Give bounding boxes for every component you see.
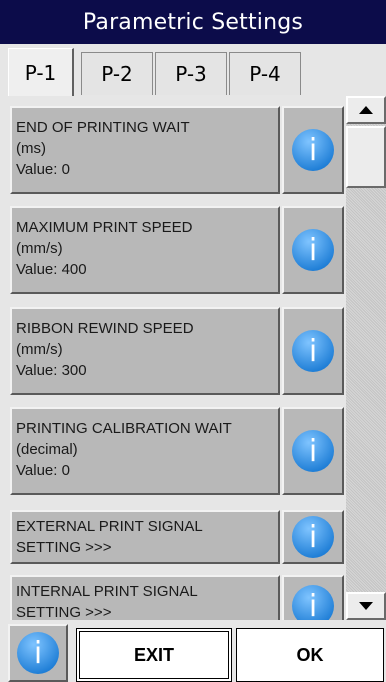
tab-p1[interactable]: P-1: [8, 48, 74, 96]
param-unit: SETTING >>>: [16, 539, 112, 556]
scroll-down-button[interactable]: [346, 592, 386, 620]
tab-p2[interactable]: P-2: [81, 52, 153, 95]
info-icon: i: [292, 229, 334, 271]
title-bar: Parametric Settings: [0, 0, 386, 44]
info-button[interactable]: i: [282, 206, 344, 294]
param-unit: (mm/s): [16, 240, 63, 257]
param-name: MAXIMUM PRINT SPEED: [16, 219, 193, 236]
exit-label: EXIT: [133, 644, 174, 665]
list-item: EXTERNAL PRINT SIGNAL SETTING >>> i: [10, 510, 344, 564]
info-icon: i: [292, 516, 334, 558]
param-button-printing-calibration-wait[interactable]: PRINTING CALIBRATION WAIT (decimal) Valu…: [10, 407, 280, 495]
param-name: END OF PRINTING WAIT: [16, 119, 190, 136]
tab-p4[interactable]: P-4: [229, 52, 301, 95]
list-item: END OF PRINTING WAIT (ms) Value: 0 i: [10, 106, 344, 194]
param-name: EXTERNAL PRINT SIGNAL: [16, 518, 203, 535]
param-value: Value: 400: [16, 261, 87, 278]
param-value: Value: 300: [16, 362, 87, 379]
param-button-internal-print-signal[interactable]: INTERNAL PRINT SIGNAL SETTING >>>: [10, 575, 280, 620]
svg-text:i: i: [309, 434, 317, 469]
help-info-button[interactable]: i: [8, 624, 68, 682]
param-button-maximum-print-speed[interactable]: MAXIMUM PRINT SPEED (mm/s) Value: 400: [10, 206, 280, 294]
scroll-up-button[interactable]: [346, 96, 386, 124]
bottom-bar: i EXIT OK: [0, 620, 386, 682]
parameter-list: END OF PRINTING WAIT (ms) Value: 0 i MAX…: [0, 96, 346, 620]
list-item: PRINTING CALIBRATION WAIT (decimal) Valu…: [10, 407, 344, 495]
exit-button[interactable]: EXIT: [76, 628, 232, 682]
param-name: PRINTING CALIBRATION WAIT: [16, 420, 232, 437]
list-item: INTERNAL PRINT SIGNAL SETTING >>> i: [10, 575, 344, 620]
svg-text:i: i: [309, 589, 317, 620]
param-button-end-of-printing-wait[interactable]: END OF PRINTING WAIT (ms) Value: 0: [10, 106, 280, 194]
svg-text:i: i: [309, 334, 317, 369]
param-value: Value: 0: [16, 462, 70, 479]
info-icon: i: [292, 430, 334, 472]
info-icon: i: [17, 632, 59, 674]
info-icon: i: [292, 330, 334, 372]
param-unit: SETTING >>>: [16, 604, 112, 620]
info-button[interactable]: i: [282, 407, 344, 495]
info-icon: i: [292, 585, 334, 620]
info-button[interactable]: i: [282, 307, 344, 395]
page-title: Parametric Settings: [82, 9, 304, 35]
svg-text:i: i: [309, 233, 317, 268]
param-unit: (ms): [16, 140, 46, 157]
info-button[interactable]: i: [282, 575, 344, 620]
svg-text:i: i: [309, 133, 317, 168]
info-icon: i: [292, 129, 334, 171]
param-name: INTERNAL PRINT SIGNAL: [16, 583, 198, 600]
ok-button[interactable]: OK: [236, 628, 384, 682]
ok-label: OK: [296, 644, 324, 665]
info-button[interactable]: i: [282, 510, 344, 564]
param-unit: (mm/s): [16, 341, 63, 358]
param-name: RIBBON REWIND SPEED: [16, 320, 194, 337]
param-button-external-print-signal[interactable]: EXTERNAL PRINT SIGNAL SETTING >>>: [10, 510, 280, 564]
tab-p3[interactable]: P-3: [155, 52, 227, 95]
arrow-up-icon: [359, 106, 373, 114]
svg-text:i: i: [34, 636, 42, 671]
tab-strip: P-1 P-2 P-3 P-4: [0, 44, 386, 98]
info-button[interactable]: i: [282, 106, 344, 194]
vertical-scrollbar[interactable]: [346, 96, 386, 620]
param-unit: (decimal): [16, 441, 78, 458]
arrow-down-icon: [359, 602, 373, 610]
scrollbar-thumb[interactable]: [346, 126, 386, 188]
svg-text:i: i: [309, 520, 317, 555]
param-button-ribbon-rewind-speed[interactable]: RIBBON REWIND SPEED (mm/s) Value: 300: [10, 307, 280, 395]
list-item: MAXIMUM PRINT SPEED (mm/s) Value: 400 i: [10, 206, 344, 294]
list-item: RIBBON REWIND SPEED (mm/s) Value: 300 i: [10, 307, 344, 395]
param-value: Value: 0: [16, 161, 70, 178]
